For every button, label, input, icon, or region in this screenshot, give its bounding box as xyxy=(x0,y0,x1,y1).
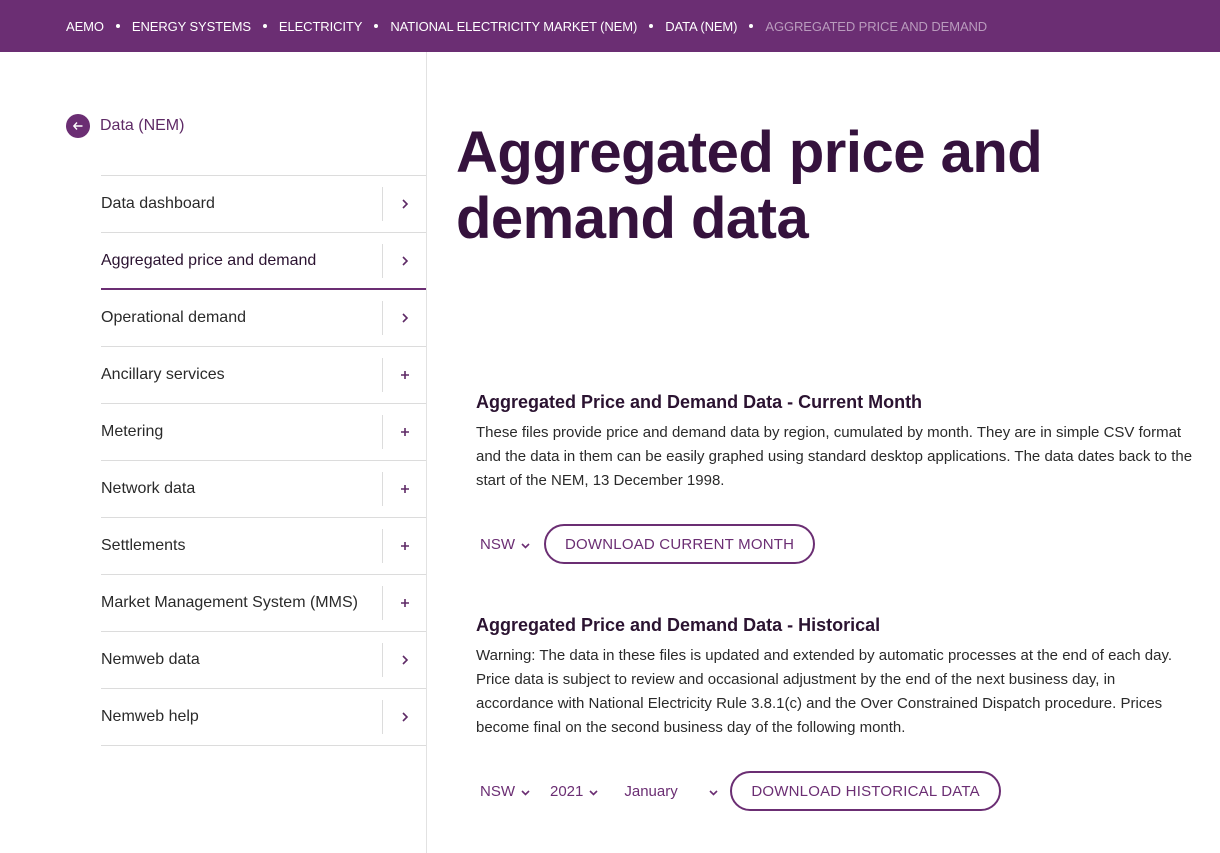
chevron-right-icon[interactable] xyxy=(382,243,426,278)
breadcrumb-item-nem[interactable]: NATIONAL ELECTRICITY MARKET (NEM) xyxy=(390,19,637,34)
sidebar-item-network-data[interactable]: Network data xyxy=(101,461,426,518)
sidebar-item-label: Data dashboard xyxy=(101,195,215,212)
breadcrumb-item-data-nem[interactable]: DATA (NEM) xyxy=(665,19,737,34)
chevron-down-icon xyxy=(709,783,718,800)
historical-description: Warning: The data in these files is upda… xyxy=(476,647,1172,736)
breadcrumb-separator xyxy=(374,24,379,28)
sidebar-item-data-dashboard[interactable]: Data dashboard xyxy=(101,176,426,233)
sidebar-item-nemweb-help[interactable]: Nemweb help xyxy=(101,689,426,746)
chevron-down-icon xyxy=(521,783,530,800)
sidebar-item-label: Nemweb help xyxy=(101,708,199,725)
plus-icon[interactable] xyxy=(382,472,426,506)
breadcrumb-current: AGGREGATED PRICE AND DEMAND xyxy=(765,18,988,34)
breadcrumb-separator xyxy=(749,24,754,28)
breadcrumb-separator xyxy=(115,24,120,28)
sidebar-item-aggregated-price-and-demand[interactable]: Aggregated price and demand xyxy=(101,233,426,290)
current-month-description: These files provide price and demand dat… xyxy=(476,424,1193,489)
plus-icon[interactable] xyxy=(382,415,426,449)
historical-month-select[interactable]: January xyxy=(620,771,722,811)
breadcrumb-bar: AEMO ENERGY SYSTEMS ELECTRICITY NATIONAL… xyxy=(0,0,1220,52)
arrow-left-icon xyxy=(66,114,90,138)
chevron-right-icon[interactable] xyxy=(382,187,426,221)
plus-icon[interactable] xyxy=(382,529,426,563)
back-to-data-nem-link[interactable]: Data (NEM) xyxy=(66,114,184,138)
sidebar-item-label: Market Management System (MMS) xyxy=(101,594,358,611)
historical-region-select[interactable]: NSW xyxy=(476,771,534,811)
current-month-controls: NSW DOWNLOAD CURRENT MONTH xyxy=(476,524,816,564)
sidebar-divider xyxy=(426,52,427,853)
historical-heading: Aggregated Price and Demand Data - Histo… xyxy=(476,615,881,635)
sidebar-item-label: Settlements xyxy=(101,537,186,554)
region-select-value: NSW xyxy=(480,782,515,800)
chevron-right-icon[interactable] xyxy=(382,643,426,677)
month-select-value: January xyxy=(624,782,678,800)
sidebar-item-label: Metering xyxy=(101,423,164,440)
sidebar-item-mms[interactable]: Market Management System (MMS) xyxy=(101,575,426,632)
breadcrumb-item-aemo[interactable]: AEMO xyxy=(66,19,104,34)
plus-icon[interactable] xyxy=(382,586,426,620)
sidebar-nav: Data dashboard Aggregated price and dema… xyxy=(101,175,426,746)
sidebar-item-operational-demand[interactable]: Operational demand xyxy=(101,290,426,347)
historical-controls: NSW 2021 January DOWNLOAD HISTORICAL DAT… xyxy=(476,771,1001,811)
sidebar-item-label: Network data xyxy=(101,480,196,497)
current-month-region-select[interactable]: NSW xyxy=(476,524,534,564)
sidebar-item-nemweb-data[interactable]: Nemweb data xyxy=(101,632,426,689)
region-select-value: NSW xyxy=(480,535,515,553)
sidebar-item-label: Aggregated price and demand xyxy=(101,251,317,269)
download-current-month-button[interactable]: DOWNLOAD CURRENT MONTH xyxy=(544,524,816,564)
historical-section: Aggregated Price and Demand Data - Histo… xyxy=(476,615,1196,740)
page-title: Aggregated price and demand data xyxy=(456,120,1043,251)
historical-year-select[interactable]: 2021 xyxy=(546,771,602,811)
download-historical-data-button[interactable]: DOWNLOAD HISTORICAL DATA xyxy=(730,771,1001,811)
breadcrumb-item-energy-systems[interactable]: ENERGY SYSTEMS xyxy=(132,19,251,34)
breadcrumb-item-electricity[interactable]: ELECTRICITY xyxy=(279,19,363,34)
current-month-heading: Aggregated Price and Demand Data - Curre… xyxy=(476,392,923,412)
breadcrumb-separator xyxy=(649,24,654,28)
back-link-label: Data (NEM) xyxy=(100,117,185,134)
breadcrumb: AEMO ENERGY SYSTEMS ELECTRICITY NATIONAL… xyxy=(66,19,987,34)
year-select-value: 2021 xyxy=(550,782,584,800)
chevron-right-icon[interactable] xyxy=(382,301,426,335)
sidebar-item-ancillary-services[interactable]: Ancillary services xyxy=(101,347,426,404)
breadcrumb-separator xyxy=(262,24,267,28)
sidebar-item-metering[interactable]: Metering xyxy=(101,404,426,461)
sidebar-item-label: Nemweb data xyxy=(101,651,200,668)
chevron-down-icon xyxy=(589,783,598,800)
current-month-section: Aggregated Price and Demand Data - Curre… xyxy=(476,392,1196,493)
chevron-down-icon xyxy=(521,536,530,553)
chevron-right-icon[interactable] xyxy=(382,700,426,734)
sidebar-item-settlements[interactable]: Settlements xyxy=(101,518,426,575)
sidebar-item-label: Operational demand xyxy=(101,309,246,326)
sidebar-item-label: Ancillary services xyxy=(101,366,225,383)
plus-icon[interactable] xyxy=(382,358,426,392)
